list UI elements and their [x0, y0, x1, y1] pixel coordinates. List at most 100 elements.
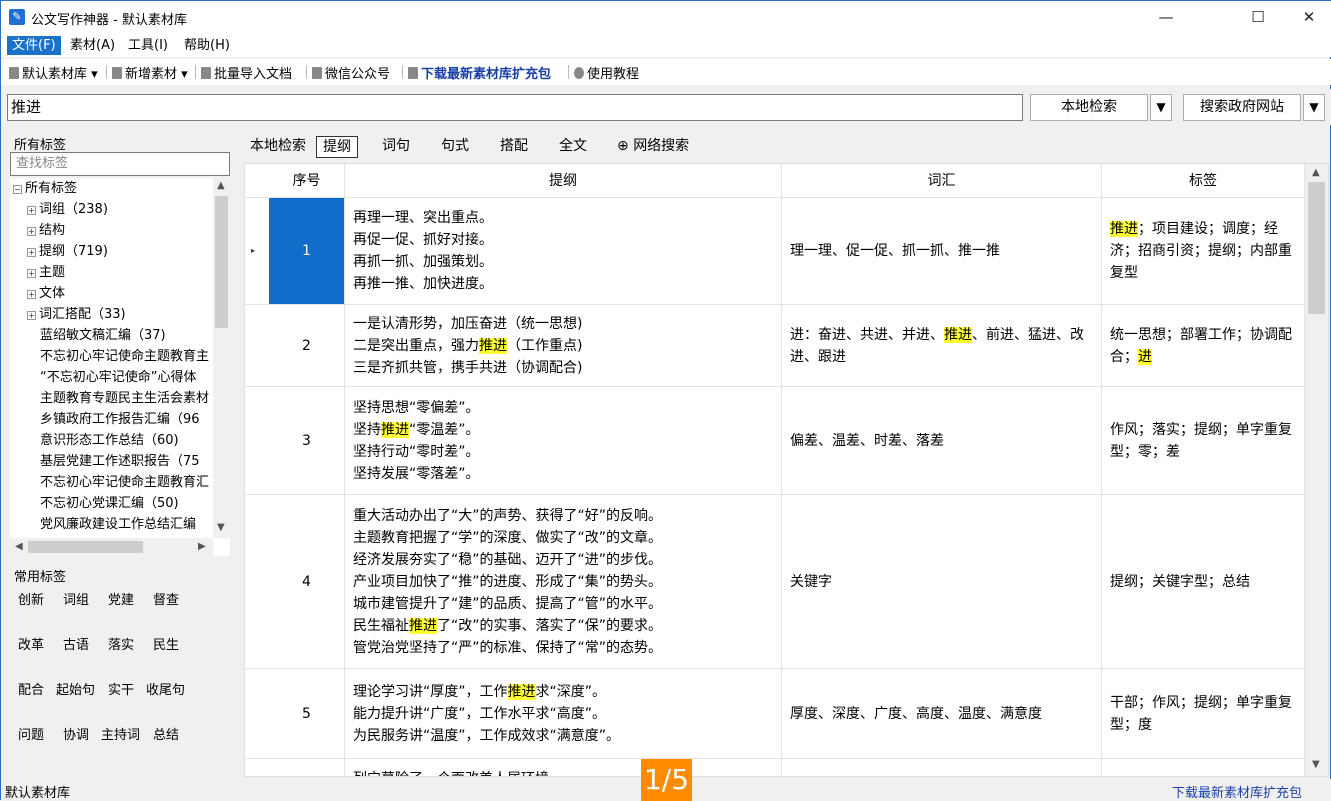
cell-outline[interactable]: 列宁墓除了一个面改美人居环境 — [345, 759, 782, 776]
common-tag[interactable]: 改革 — [18, 634, 44, 653]
common-tag[interactable]: 党建 — [108, 589, 134, 608]
grid-vertical-scrollbar[interactable]: ▲ ▼ — [1305, 164, 1328, 776]
wechat-button[interactable]: 微信公众号 — [312, 63, 390, 82]
cell-vocab[interactable]: 进：奋进、共进、并进、推进、前进、猛进、改进、跟进 — [782, 305, 1102, 386]
local-search-button[interactable]: 本地检索 — [1030, 94, 1148, 121]
table-row[interactable]: 4 重大活动办出了“大”的声势、获得了“好”的反响。 主题教育把握了“学”的深度、做… — [245, 495, 1305, 669]
tree-item[interactable]: 党风廉政建设工作总结汇编 — [40, 514, 196, 535]
common-tag[interactable]: 总结 — [153, 724, 179, 743]
cell-outline[interactable]: 重大活动办出了“大”的声势、获得了“好”的反响。 主题教育把握了“学”的深度、做实… — [345, 495, 782, 668]
tree-vertical-scrollbar[interactable]: ▲ ▼ — [213, 178, 230, 538]
cell-vocab[interactable] — [782, 759, 1102, 776]
cell-tags[interactable]: 提纲；关键字型；总结 — [1102, 495, 1305, 668]
common-tag[interactable]: 落实 — [108, 634, 134, 653]
close-button[interactable]: ✕ — [1286, 1, 1331, 33]
scroll-thumb[interactable] — [28, 541, 143, 553]
tab-web-search[interactable]: ⊕ 网络搜索 — [617, 136, 689, 158]
scroll-thumb[interactable] — [1308, 182, 1325, 314]
tab-sentence[interactable]: 句式 — [441, 136, 469, 158]
tree-item[interactable]: 不忘初心党课汇编（50) — [40, 493, 179, 514]
minimize-button[interactable]: — — [1143, 1, 1189, 33]
cell-tags[interactable]: 推进；项目建设；调度；经济；招商引资；提纲；内部重复型 — [1102, 198, 1305, 304]
cell-outline[interactable]: 坚持思想“零偏差”。 坚持推进“零温差”。 坚持行动“零时差”。 坚持发展“零落差”。 — [345, 387, 782, 494]
common-tag[interactable]: 问题 — [18, 724, 44, 743]
table-row[interactable]: 2 一是认清形势，加压奋进（统一思想) 二是突出重点，强力推进（工作重点) 三是齐抓共… — [245, 305, 1305, 387]
tab-collocation[interactable]: 搭配 — [500, 136, 528, 158]
common-tag[interactable]: 收尾句 — [146, 679, 185, 698]
cell-outline[interactable]: 一是认清形势，加压奋进（统一思想) 二是突出重点，强力推进（工作重点) 三是齐抓共管… — [345, 305, 782, 386]
common-tag[interactable]: 古语 — [63, 634, 89, 653]
common-tag[interactable]: 创新 — [18, 589, 44, 608]
batch-import-button[interactable]: 批量导入文档 — [201, 63, 292, 82]
table-row[interactable]: 列宁墓除了一个面改美人居环境 — [245, 759, 1305, 776]
cell-tags[interactable]: 作风；落实；提纲；单字重复型；零；差 — [1102, 387, 1305, 494]
menu-material[interactable]: 素材(A) — [65, 36, 120, 55]
gov-search-dropdown[interactable]: ▼ — [1303, 94, 1325, 121]
tab-local-search[interactable]: 本地检索 — [250, 136, 306, 158]
col-header-num[interactable]: 序号 — [269, 164, 345, 198]
common-tag[interactable]: 协调 — [63, 724, 89, 743]
cell-outline[interactable]: 理论学习讲“厚度”，工作推进求“深度”。 能力提升讲“广度”，工作水平求“高度”。… — [345, 669, 782, 758]
common-tag[interactable]: 配合 — [18, 679, 44, 698]
status-download-link[interactable]: 下载最新素材库扩充包 — [1172, 782, 1302, 801]
tab-phrases[interactable]: 词句 — [382, 136, 410, 158]
local-search-dropdown[interactable]: ▼ — [1150, 94, 1172, 121]
cell-vocab[interactable]: 关键字 — [782, 495, 1102, 668]
cell-num[interactable]: 3 — [269, 387, 345, 494]
gov-search-button[interactable]: 搜索政府网站 — [1183, 94, 1301, 121]
new-material-button[interactable]: 新增素材 ▾ — [112, 63, 188, 82]
tree-item[interactable]: 主题教育专题民主生活会素材 — [40, 388, 209, 409]
tree-item[interactable]: “不忘初心牢记使命”心得体 — [40, 367, 196, 388]
col-header-outline[interactable]: 提纲 — [345, 164, 782, 198]
tag-tree[interactable]: − 所有标签 + 词组（238) + 结构 + 提纲（719) + 主题 + 文体 + 词汇搭… — [10, 178, 230, 556]
col-header-vocab[interactable]: 词汇 — [782, 164, 1102, 198]
common-tag[interactable]: 督查 — [153, 589, 179, 608]
tab-fulltext[interactable]: 全文 — [559, 136, 587, 158]
cell-tags[interactable]: 统一思想；部署工作；协调配合；进 — [1102, 305, 1305, 386]
tree-root[interactable]: − 所有标签 — [13, 178, 77, 199]
col-header-tags[interactable]: 标签 — [1102, 164, 1305, 198]
tree-item[interactable]: + 文体 — [27, 283, 65, 304]
tag-search-input[interactable]: 查找标签 — [10, 152, 230, 176]
cell-num[interactable]: 4 — [269, 495, 345, 668]
tree-item[interactable]: 不忘初心牢记使命主题教育汇 — [40, 472, 209, 493]
tab-outline[interactable]: 提纲 — [316, 136, 358, 158]
scroll-thumb[interactable] — [215, 196, 228, 328]
results-grid[interactable]: 序号 提纲 词汇 标签 ▸ 1 再理一理、突出重点。 再促一促、抓好对接。 再抓一抓、加… — [244, 163, 1329, 777]
tree-item[interactable]: 基层党建工作述职报告（75 — [40, 451, 200, 472]
cell-num[interactable]: 2 — [269, 305, 345, 386]
cell-num[interactable]: 1 — [269, 198, 345, 304]
common-tag[interactable]: 民生 — [153, 634, 179, 653]
menu-help[interactable]: 帮助(H) — [179, 36, 235, 55]
common-tag[interactable]: 起始句 — [56, 679, 95, 698]
library-dropdown[interactable]: 默认素材库 ▾ — [9, 63, 98, 82]
table-row[interactable]: 3 坚持思想“零偏差”。 坚持推进“零温差”。 坚持行动“零时差”。 坚持发展“零落差”… — [245, 387, 1305, 495]
search-input[interactable]: 推进 — [7, 94, 1023, 121]
cell-vocab[interactable]: 厚度、深度、广度、高度、温度、满意度 — [782, 669, 1102, 758]
tree-item[interactable]: + 提纲（719) — [27, 241, 108, 262]
tree-item[interactable]: + 词汇搭配（33) — [27, 304, 126, 325]
maximize-button[interactable]: ☐ — [1235, 1, 1281, 33]
cell-vocab[interactable]: 理一理、促一促、抓一抓、推一推 — [782, 198, 1102, 304]
cell-tags[interactable] — [1102, 759, 1305, 776]
download-pack-link[interactable]: 下载最新素材库扩充包 — [408, 63, 551, 82]
cell-num[interactable] — [269, 759, 345, 776]
tree-horizontal-scrollbar[interactable]: ◀ ▶ — [10, 538, 213, 556]
tree-item[interactable]: + 结构 — [27, 220, 65, 241]
common-tag[interactable]: 主持词 — [101, 724, 140, 743]
tree-item[interactable]: 乡镇政府工作报告汇编（96 — [40, 409, 200, 430]
menu-tools[interactable]: 工具(I) — [123, 36, 173, 55]
table-row[interactable]: 5 理论学习讲“厚度”，工作推进求“深度”。 能力提升讲“广度”，工作水平求“高度”… — [245, 669, 1305, 759]
tree-item[interactable]: + 词组（238) — [27, 199, 108, 220]
menu-file[interactable]: 文件(F) — [7, 36, 61, 55]
cell-outline[interactable]: 再理一理、突出重点。 再促一促、抓好对接。 再抓一抓、加强策划。 再推一推、加快进度。 — [345, 198, 782, 304]
tree-item[interactable]: 蓝绍敏文稿汇编（37) — [40, 325, 166, 346]
cell-tags[interactable]: 干部；作风；提纲；单字重复型；度 — [1102, 669, 1305, 758]
common-tag[interactable]: 词组 — [63, 589, 89, 608]
tree-item[interactable]: 意识形态工作总结（60) — [40, 430, 179, 451]
table-row[interactable]: ▸ 1 再理一理、突出重点。 再促一促、抓好对接。 再抓一抓、加强策划。 再推一推、加快进… — [245, 198, 1305, 305]
common-tag[interactable]: 实干 — [108, 679, 134, 698]
tree-item[interactable]: 不忘初心牢记使命主题教育主 — [40, 346, 209, 367]
tutorial-button[interactable]: 使用教程 — [574, 63, 639, 82]
cell-vocab[interactable]: 偏差、温差、时差、落差 — [782, 387, 1102, 494]
